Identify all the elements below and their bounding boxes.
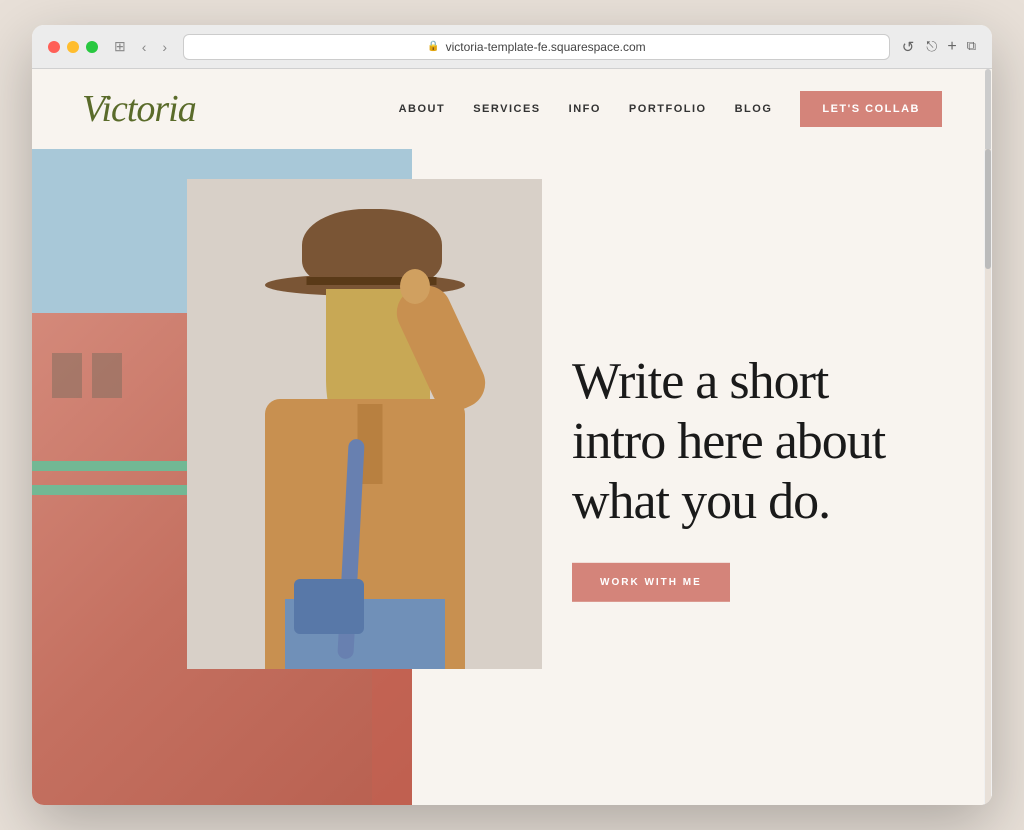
nav-about[interactable]: ABOUT [399, 103, 446, 115]
hero-section: Write a short intro here about what you … [32, 149, 992, 805]
site-nav: ABOUT SERVICES INFO PORTFOLIO BLOG LET'S… [399, 91, 942, 127]
window-layout-icon[interactable]: ⊞ [110, 36, 130, 57]
nav-services[interactable]: SERVICES [473, 103, 540, 115]
bag [294, 579, 364, 634]
site-header: Victoria ABOUT SERVICES INFO PORTFOLIO B… [32, 69, 992, 149]
scrollbar-thumb[interactable] [985, 149, 991, 269]
hand [400, 269, 430, 304]
browser-chrome: ⊞ ‹ › 🔒 victoria-template-fe.squarespace… [32, 25, 992, 69]
back-button[interactable]: ‹ [138, 37, 151, 57]
close-button[interactable] [48, 41, 60, 53]
traffic-lights [48, 41, 98, 53]
forward-button[interactable]: › [158, 37, 171, 57]
tabs-icon[interactable]: ⧉ [967, 38, 976, 56]
new-tab-icon[interactable]: + [947, 38, 956, 56]
minimize-button[interactable] [67, 41, 79, 53]
building-window-1 [52, 353, 82, 398]
hero-image [187, 179, 542, 669]
scrollbar-track[interactable] [985, 149, 991, 805]
browser-controls: ⊞ ‹ › [110, 36, 171, 57]
work-with-me-button[interactable]: WORK WITH ME [572, 563, 730, 602]
building-window-2 [92, 353, 122, 398]
lock-icon: 🔒 [427, 41, 439, 52]
website-content: Victoria ABOUT SERVICES INFO PORTFOLIO B… [32, 69, 992, 805]
lets-collab-button[interactable]: LET'S COLLAB [800, 91, 942, 127]
url-text: victoria-template-fe.squarespace.com [446, 40, 646, 54]
share-icon[interactable]: ⎋ [926, 38, 937, 56]
browser-actions: ⎋ + ⧉ [926, 38, 976, 56]
browser-window: ⊞ ‹ › 🔒 victoria-template-fe.squarespace… [32, 25, 992, 805]
hero-headline: Write a short intro here about what you … [572, 352, 932, 531]
hero-text-content: Write a short intro here about what you … [572, 352, 952, 602]
reload-button[interactable]: ↺ [902, 38, 915, 56]
nav-info[interactable]: INFO [569, 103, 601, 115]
nav-blog[interactable]: BLOG [735, 103, 773, 115]
nav-portfolio[interactable]: PORTFOLIO [629, 103, 707, 115]
site-logo[interactable]: Victoria [82, 87, 196, 131]
address-bar[interactable]: 🔒 victoria-template-fe.squarespace.com [183, 34, 890, 60]
maximize-button[interactable] [86, 41, 98, 53]
